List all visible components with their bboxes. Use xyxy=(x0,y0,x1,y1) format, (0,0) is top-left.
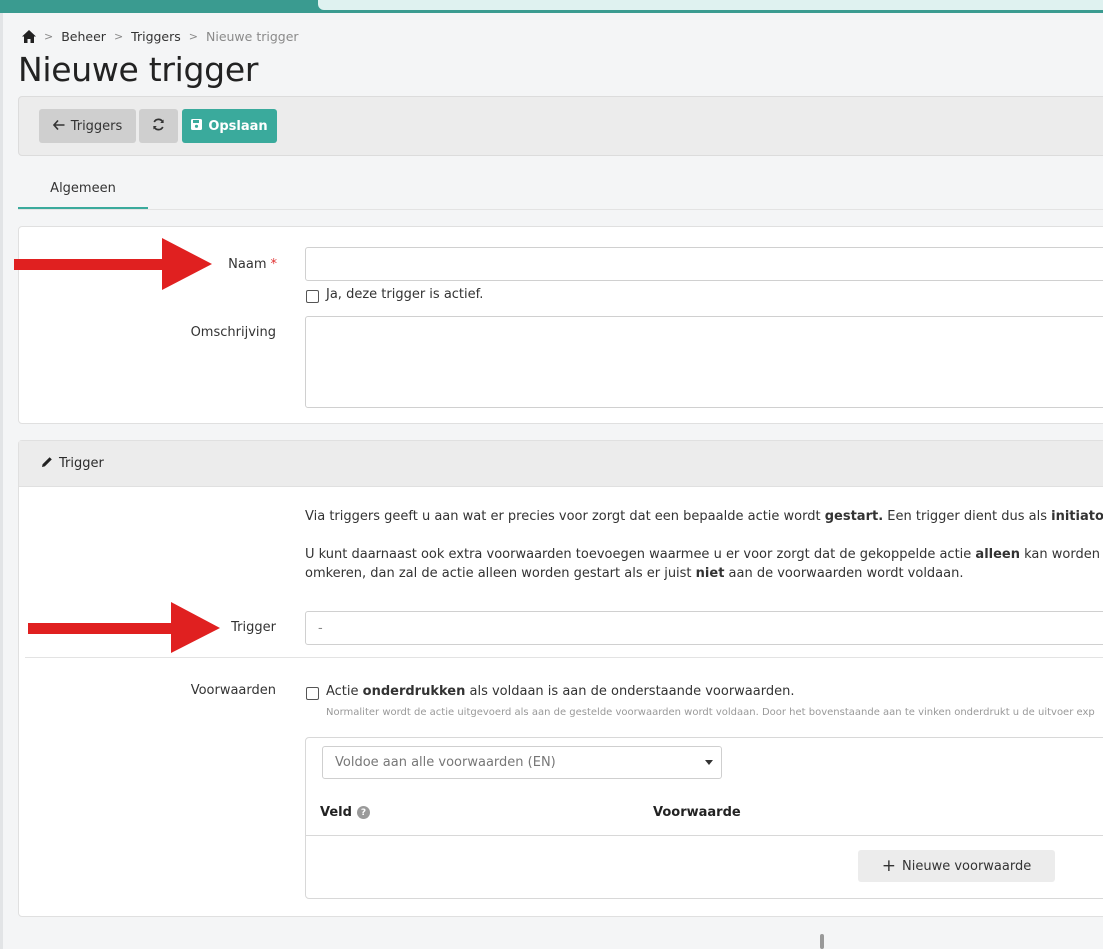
breadcrumb: > Beheer > Triggers > Nieuwe trigger xyxy=(22,27,299,45)
refresh-button[interactable] xyxy=(139,109,178,143)
page-title: Nieuwe trigger xyxy=(18,50,259,89)
tab-bar: Algemeen xyxy=(18,170,1103,210)
trigger-card-header: Trigger xyxy=(19,441,1103,487)
table-divider xyxy=(306,835,1103,836)
trigger-card-title: Trigger xyxy=(59,456,104,471)
name-input[interactable] xyxy=(305,247,1103,281)
suppress-checkbox[interactable] xyxy=(306,687,319,700)
intro-paragraph-3: omkeren, dan zal de actie alleen worden … xyxy=(305,566,964,581)
back-button-label: Triggers xyxy=(70,118,123,134)
caret-down-icon xyxy=(705,760,713,765)
intro-paragraph-2: U kunt daarnaast ook extra voorwaarden t… xyxy=(305,547,1103,562)
suppress-checkbox-label: Actie onderdrukken als voldaan is aan de… xyxy=(326,684,795,699)
toolbar: Triggers Opslaan xyxy=(18,96,1103,156)
divider xyxy=(25,657,1103,658)
new-condition-button[interactable]: + Nieuwe voorwaarde xyxy=(858,850,1055,882)
active-checkbox-label: Ja, deze trigger is actief. xyxy=(326,287,484,302)
match-mode-select[interactable]: Voldoe aan alle voorwaarden (EN) xyxy=(322,746,722,779)
trigger-card: Trigger Via triggers geeft u aan wat er … xyxy=(18,440,1103,917)
column-header-field-text: Veld xyxy=(320,805,352,820)
back-to-triggers-button[interactable]: Triggers xyxy=(39,109,136,143)
save-button[interactable]: Opslaan xyxy=(182,109,277,143)
suppress-hint: Normaliter wordt de actie uitgevoerd als… xyxy=(326,707,1095,718)
breadcrumb-separator: > xyxy=(188,29,198,43)
top-bar xyxy=(0,0,1103,13)
arrow-left-icon xyxy=(52,119,65,134)
required-marker: * xyxy=(270,257,278,272)
plus-icon: + xyxy=(881,855,897,876)
save-button-label: Opslaan xyxy=(208,118,268,134)
refresh-icon xyxy=(152,118,165,135)
column-header-condition: Voorwaarde xyxy=(653,805,741,820)
name-label-text: Naam xyxy=(228,257,267,272)
top-bar-panel xyxy=(318,0,1103,10)
conditions-panel: Voldoe aan alle voorwaarden (EN) Veld ? … xyxy=(305,737,1103,899)
new-condition-label: Nieuwe voorwaarde xyxy=(902,858,1032,874)
description-label: Omschrijving xyxy=(190,325,276,340)
intro-paragraph-1: Via triggers geeft u aan wat er precies … xyxy=(305,509,1103,524)
trigger-select[interactable]: - xyxy=(305,611,1103,645)
home-icon[interactable] xyxy=(22,29,36,43)
breadcrumb-item-beheer[interactable]: Beheer xyxy=(61,29,106,44)
breadcrumb-current: Nieuwe trigger xyxy=(206,28,299,44)
scroll-indicator[interactable] xyxy=(820,934,824,949)
breadcrumb-item-triggers[interactable]: Triggers xyxy=(131,29,181,44)
pencil-icon xyxy=(41,456,53,472)
column-header-field: Veld ? xyxy=(320,805,370,820)
annotation-arrow-icon xyxy=(28,602,220,653)
annotation-arrow-icon xyxy=(14,238,212,290)
description-textarea[interactable] xyxy=(305,316,1103,408)
help-icon[interactable]: ? xyxy=(356,806,370,819)
match-mode-value: Voldoe aan alle voorwaarden (EN) xyxy=(335,755,556,770)
breadcrumb-separator: > xyxy=(44,29,54,43)
conditions-label: Voorwaarden xyxy=(190,683,276,698)
left-edge-strip xyxy=(0,13,3,949)
breadcrumb-separator: > xyxy=(113,29,124,43)
active-checkbox[interactable] xyxy=(306,290,319,303)
floppy-disk-icon xyxy=(191,118,203,134)
tab-algemeen[interactable]: Algemeen xyxy=(18,170,148,209)
